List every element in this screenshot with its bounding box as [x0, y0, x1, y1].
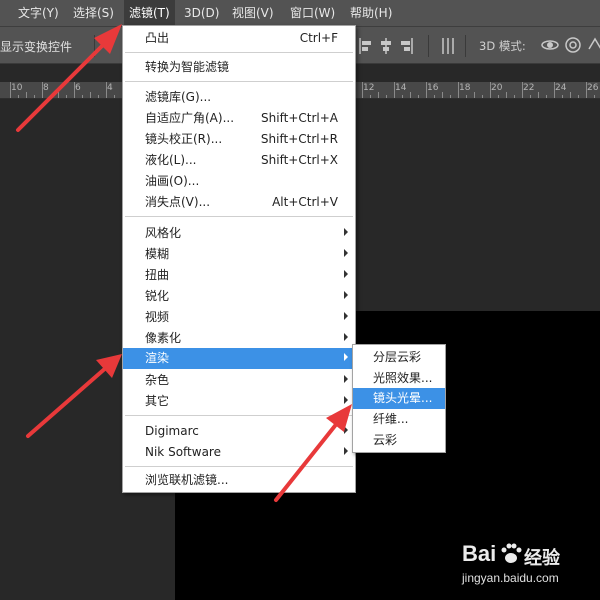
watermark-url: jingyan.baidu.com — [462, 571, 559, 585]
annotation-arrow-icon — [26, 354, 122, 438]
annotation-arrows — [16, 24, 352, 502]
watermark-brand: Bai — [462, 541, 497, 566]
baidu-jingyan-watermark: Bai 经验 jingyan.baidu.com — [442, 533, 592, 593]
annotation-arrow-icon — [274, 404, 352, 502]
baidu-paw-icon — [501, 543, 522, 563]
annotation-arrow-icon — [16, 24, 122, 132]
watermark-jingyan: 经验 — [524, 548, 560, 569]
